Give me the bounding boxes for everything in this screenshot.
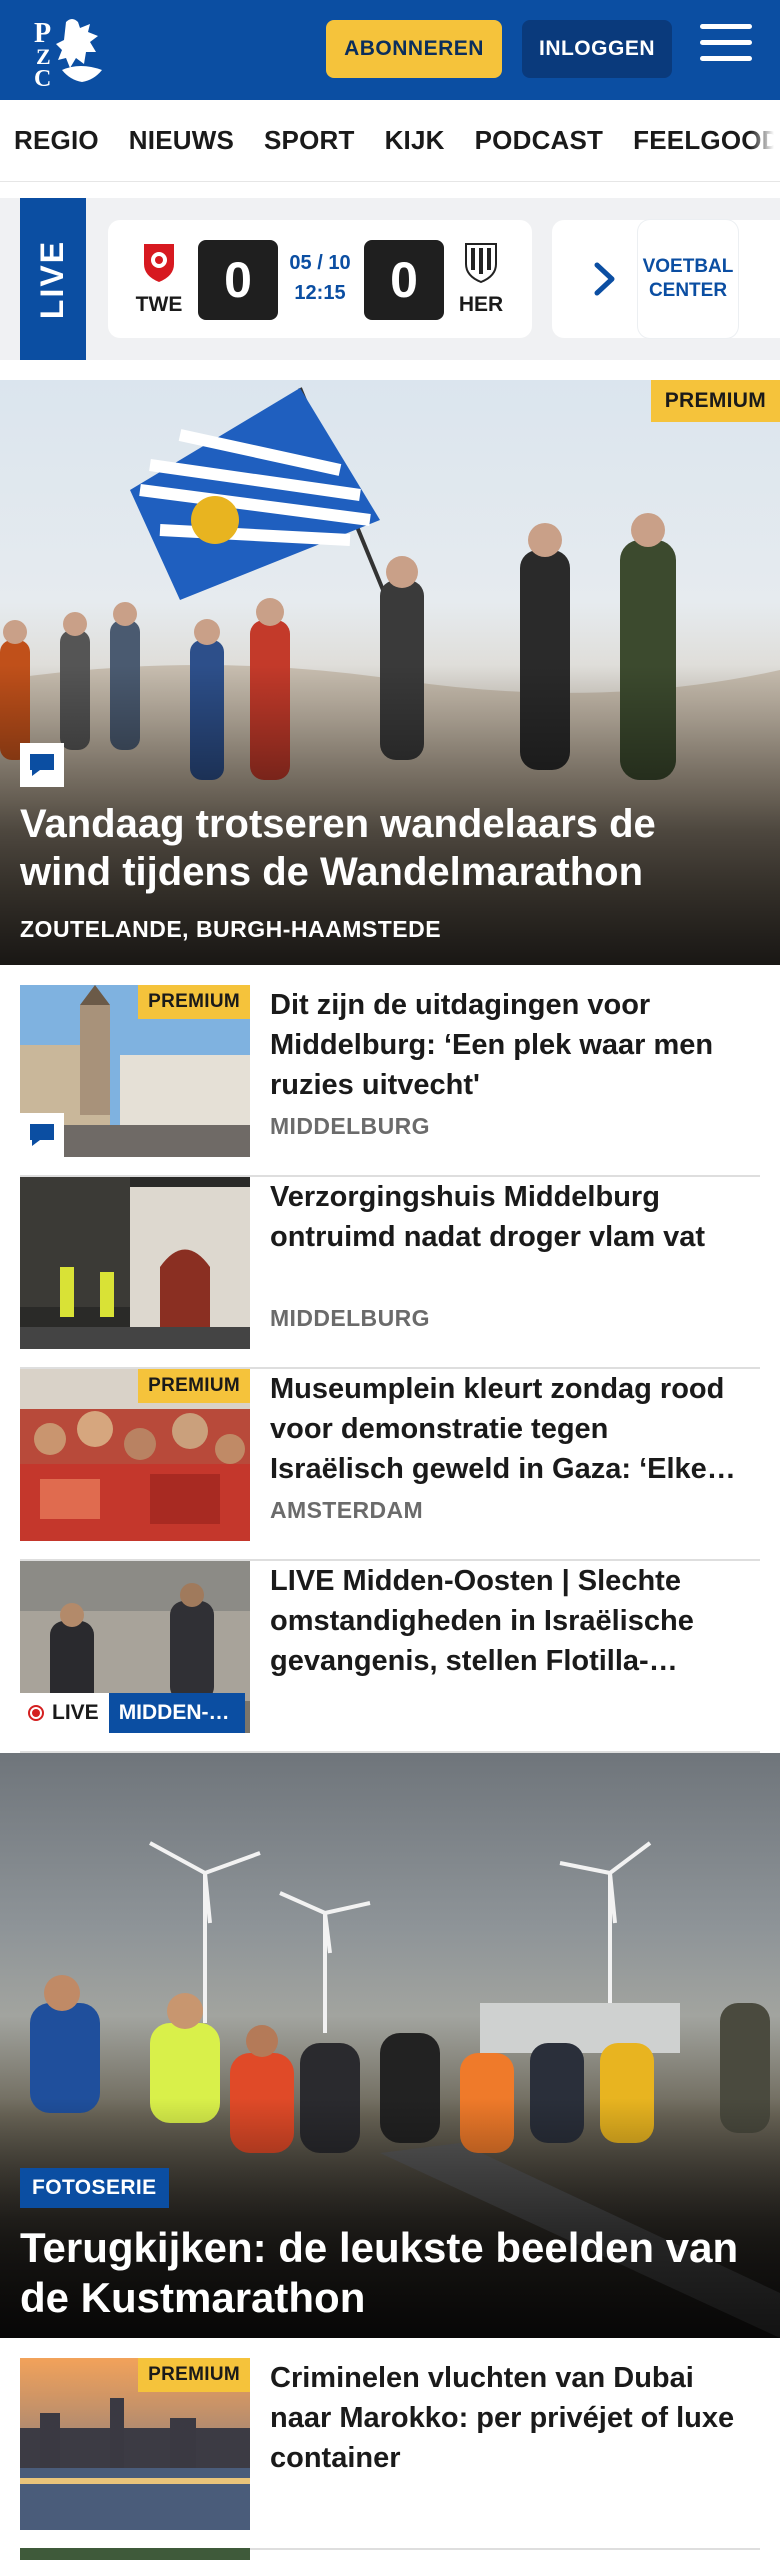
article-title[interactable]: LIVE Midden-Oosten | Slechte omstandighe… [270,1561,750,1681]
article-thumbnail[interactable]: PREMIUM [20,985,250,1157]
hero-location: ZOUTELANDE, BURGH-HAAMSTEDE [20,916,442,942]
premium-badge: PREMIUM [138,2358,250,2392]
match-card[interactable]: TWE 0 05 / 10 12:15 0 HER [108,220,532,338]
photo-series-title[interactable]: Terugkijken: de leukste beelden van de K… [20,2223,760,2323]
live-scoreboard: LIVE TWE 0 05 / 10 12:15 0 HER VOETBAL C… [0,198,780,360]
premium-badge: PREMIUM [138,1369,250,1403]
nav-item-regio[interactable]: REGIO [14,125,99,156]
nav-item-kijk[interactable]: KIJK [385,125,445,156]
next-article-peek [20,2548,250,2560]
article-item[interactable]: PREMIUM Museumplein kleurt zondag rood v… [20,1369,760,1561]
article-thumbnail[interactable]: PREMIUM [20,1369,250,1541]
article-item[interactable]: PREMIUM Criminelen vluchten van Dubai na… [20,2358,760,2550]
away-team: HER [446,240,516,317]
match-time: 12:15 [294,282,346,304]
heracles-crest-icon [465,243,497,284]
home-score: 0 [198,240,278,320]
subscribe-button[interactable]: ABONNEREN [326,20,502,78]
article-item[interactable]: LIVE MIDDEN-… LIVE Midden-Oosten | Slech… [20,1561,760,1753]
nav-item-sport[interactable]: SPORT [264,125,355,156]
article-thumbnail[interactable] [20,1177,250,1349]
match-date: 05 / 10 [289,252,351,274]
login-button[interactable]: INLOGGEN [522,20,672,78]
premium-badge: PREMIUM [650,380,780,422]
nav-item-podcast[interactable]: PODCAST [475,125,604,156]
live-indicator: LIVE [20,1693,109,1733]
care-home-photo [20,1177,250,1349]
live-dot-icon [28,1705,44,1721]
photo-series-tag: FOTOSERIE [20,2168,169,2208]
comment-icon [20,1113,64,1157]
live-label: LIVE [20,198,86,360]
hero-title[interactable]: Vandaag trotseren wandelaars de wind tij… [20,800,740,896]
comment-icon [20,743,64,787]
article-thumbnail[interactable]: PREMIUM [20,2358,250,2530]
article-thumbnail[interactable]: LIVE MIDDEN-… [20,1561,250,1733]
voetbal-center-link[interactable]: VOETBAL CENTER [638,220,738,338]
pzc-logo[interactable]: P Z C [26,12,114,88]
home-team: TWE [124,240,194,317]
article-item[interactable]: Verzorgingshuis Middelburg ontruimd nada… [20,1177,760,1369]
article-title[interactable]: Dit zijn de uitdagingen voor Middelburg:… [270,985,750,1105]
site-header: P Z C ABONNEREN INLOGGEN [0,0,780,100]
live-indicator-label: LIVE [52,1701,99,1724]
nav-overflow-fade [750,100,780,181]
svg-text:C: C [34,66,51,88]
article-item[interactable]: PREMIUM Dit zijn de uitdagingen voor Mid… [20,985,760,1177]
article-title[interactable]: Museumplein kleurt zondag rood voor demo… [270,1369,750,1489]
live-topic-chip: LIVE MIDDEN-… [20,1693,245,1733]
section-nav: REGIO NIEUWS SPORT KIJK PODCAST FEELGOOD [0,100,780,182]
article-location: MIDDELBURG [270,1113,430,1139]
hamburger-menu-icon[interactable] [700,24,752,74]
away-score: 0 [364,240,444,320]
premium-badge: PREMIUM [138,985,250,1019]
live-topic-label: MIDDEN-… [108,1693,245,1733]
article-location: MIDDELBURG [270,1305,430,1331]
article-location: AMSTERDAM [270,1497,424,1523]
article-title[interactable]: Verzorgingshuis Middelburg ontruimd nada… [270,1177,750,1257]
article-title[interactable]: Criminelen vluchten van Dubai naar Marok… [270,2358,750,2478]
chevron-right-icon[interactable] [592,262,618,296]
twente-crest-icon [144,244,174,282]
photo-series-article[interactable]: FOTOSERIE Terugkijken: de leukste beelde… [0,1753,780,2338]
scoreboard-next[interactable]: VOETBAL CENTER [552,220,780,338]
home-team-name: TWE [135,293,183,316]
hero-article[interactable]: PREMIUM Vandaag trotseren wandelaars de … [0,380,780,965]
away-team-name: HER [458,293,504,316]
match-datetime: 05 / 10 12:15 [280,248,360,308]
nav-item-nieuws[interactable]: NIEUWS [129,125,234,156]
